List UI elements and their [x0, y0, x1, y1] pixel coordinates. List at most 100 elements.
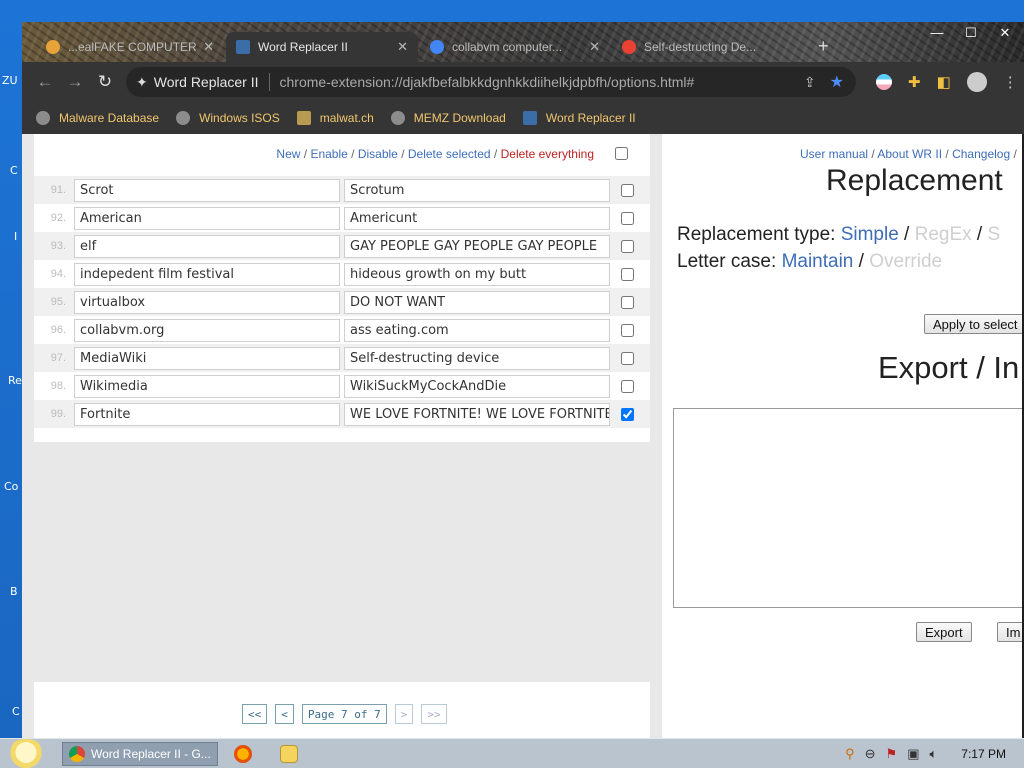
maximize-button[interactable]: ☐ — [956, 24, 986, 42]
replace-field[interactable]: Self-destructing device — [344, 346, 610, 370]
taskbar-chrome-task[interactable]: Word Replacer II - G... — [62, 742, 218, 766]
find-field[interactable]: collabvm.org — [74, 318, 340, 342]
tab-fake-computer[interactable]: ...ealFAKE COMPUTER ✕ — [36, 32, 224, 62]
tab-self-destructing[interactable]: Self-destructing De... — [612, 32, 812, 62]
case-override-option[interactable]: Override — [869, 251, 942, 272]
table-row: 92. American Americunt — [34, 204, 650, 232]
settings-panel: User manual / About WR II / Changelog / … — [662, 134, 1022, 738]
select-all-checkbox[interactable] — [615, 147, 628, 160]
bookmark-star-icon[interactable]: ★ — [830, 72, 844, 92]
new-tab-button[interactable]: + — [818, 36, 829, 57]
reload-button[interactable]: ↻ — [90, 72, 120, 92]
find-field[interactable]: virtualbox — [74, 290, 340, 314]
network-warning-icon[interactable]: ⚑ — [886, 746, 898, 762]
profile-flag-icon[interactable] — [876, 74, 892, 90]
search-icon[interactable]: ⚲ — [845, 746, 855, 762]
user-manual-link[interactable]: User manual — [800, 147, 868, 161]
tab-close-icon[interactable]: ✕ — [203, 39, 214, 55]
enable-link[interactable]: Enable — [310, 147, 347, 161]
row-checkbox[interactable] — [621, 407, 634, 421]
replacement-type-label: Replacement type: — [677, 224, 836, 245]
replace-field[interactable]: Americunt — [344, 206, 610, 230]
separator: / — [300, 147, 311, 161]
back-button[interactable]: ← — [30, 72, 60, 92]
minus-circle-icon[interactable]: ⊖ — [865, 746, 876, 762]
chrome-icon — [69, 746, 85, 762]
replace-field[interactable]: GAY PEOPLE GAY PEOPLE GAY PEOPLE — [344, 234, 610, 258]
tab-collabvm[interactable]: collabvm computer... ✕ — [420, 32, 610, 62]
sidebar-icon[interactable]: ◧ — [937, 73, 951, 91]
find-field[interactable]: Fortnite — [74, 402, 340, 426]
extensions-icon[interactable]: ✚ — [908, 73, 921, 91]
replace-field[interactable]: DO NOT WANT — [344, 290, 610, 314]
firefox-icon[interactable] — [234, 745, 252, 763]
export-button[interactable]: Export — [916, 622, 972, 642]
share-icon[interactable]: ⇪ — [804, 74, 816, 91]
delete-everything-link[interactable]: Delete everything — [501, 147, 594, 161]
type-regex-option[interactable]: RegEx — [915, 224, 972, 245]
next-page-button[interactable]: > — [394, 704, 414, 724]
type-simple-option[interactable]: Simple — [841, 224, 899, 245]
bookmark-malware-database[interactable]: Malware Database — [36, 111, 159, 125]
find-field[interactable]: American — [74, 206, 340, 230]
page-indicator: Page 7 of 7 — [301, 704, 387, 724]
menu-icon[interactable]: ⋮ — [1003, 73, 1018, 91]
desktop-label: Co — [4, 480, 19, 493]
changelog-link[interactable]: Changelog — [952, 147, 1010, 161]
type-other-option[interactable]: S — [988, 224, 1001, 245]
about-link[interactable]: About WR II — [877, 147, 942, 161]
row-checkbox[interactable] — [621, 379, 634, 393]
row-checkbox[interactable] — [621, 239, 634, 253]
replace-field[interactable]: WE LOVE FORTNITE! WE LOVE FORTNITE! — [344, 402, 610, 426]
new-link[interactable]: New — [276, 147, 300, 161]
tab-word-replacer[interactable]: Word Replacer II ✕ — [226, 32, 418, 62]
url-text[interactable]: chrome-extension://djakfbefalbkkdgnhkkdi… — [280, 74, 695, 90]
row-checkbox[interactable] — [621, 295, 634, 309]
tab-close-icon[interactable]: ✕ — [397, 39, 408, 55]
export-textarea[interactable] — [673, 408, 1022, 608]
replacement-list-panel: New / Enable / Disable / Delete selected… — [34, 134, 650, 442]
disable-link[interactable]: Disable — [358, 147, 398, 161]
forward-button[interactable]: → — [60, 72, 90, 92]
bookmark-windows-isos[interactable]: Windows ISOS — [176, 111, 280, 125]
find-field[interactable]: Scrot — [74, 178, 340, 202]
replacement-heading: Replacement — [826, 164, 1003, 197]
start-button[interactable] — [6, 739, 46, 768]
bookmark-memz-download[interactable]: MEMZ Download — [390, 111, 506, 125]
separator: / — [1010, 147, 1017, 161]
volume-icon[interactable]: 🔈︎ — [929, 746, 937, 762]
replace-field[interactable]: WikiSuckMyCockAndDie — [344, 374, 610, 398]
device-icon[interactable]: ▣ — [907, 746, 919, 762]
clock[interactable]: 7:17 PM — [961, 747, 1006, 761]
replace-field[interactable]: hideous growth on my butt — [344, 262, 610, 286]
row-checkbox[interactable] — [621, 183, 634, 197]
tab-close-icon[interactable]: ✕ — [589, 39, 600, 55]
bookmarks-bar: Malware Database Windows ISOS malwat.ch … — [22, 102, 1024, 134]
bookmark-word-replacer[interactable]: Word Replacer II — [522, 111, 636, 125]
delete-selected-link[interactable]: Delete selected — [408, 147, 491, 161]
minimize-button[interactable]: — — [922, 24, 952, 42]
apply-to-selected-button[interactable]: Apply to select — [924, 314, 1022, 334]
find-field[interactable]: elf — [74, 234, 340, 258]
find-field[interactable]: Wikimedia — [74, 374, 340, 398]
import-button[interactable]: Im — [997, 622, 1022, 642]
find-field[interactable]: MediaWiki — [74, 346, 340, 370]
avatar-icon[interactable] — [966, 72, 987, 92]
address-bar[interactable]: ✦ Word Replacer II chrome-extension://dj… — [126, 67, 856, 97]
find-field[interactable]: indepedent film festival — [74, 262, 340, 286]
browser-toolbar: ← → ↻ ✦ Word Replacer II chrome-extensio… — [22, 62, 1024, 102]
row-checkbox[interactable] — [621, 267, 634, 281]
folder-icon[interactable] — [280, 745, 298, 763]
bookmark-malwatch[interactable]: malwat.ch — [296, 111, 374, 125]
prev-page-button[interactable]: < — [275, 704, 294, 724]
row-checkbox[interactable] — [621, 211, 634, 225]
first-page-button[interactable]: << — [242, 704, 268, 724]
last-page-button[interactable]: >> — [421, 704, 447, 724]
close-button[interactable]: ✕ — [990, 24, 1020, 42]
row-checkbox[interactable] — [621, 351, 634, 365]
row-number: 96. — [50, 324, 66, 336]
replace-field[interactable]: Scrotum — [344, 178, 610, 202]
row-checkbox[interactable] — [621, 323, 634, 337]
replace-field[interactable]: ass eating.com — [344, 318, 610, 342]
case-maintain-option[interactable]: Maintain — [782, 251, 854, 272]
